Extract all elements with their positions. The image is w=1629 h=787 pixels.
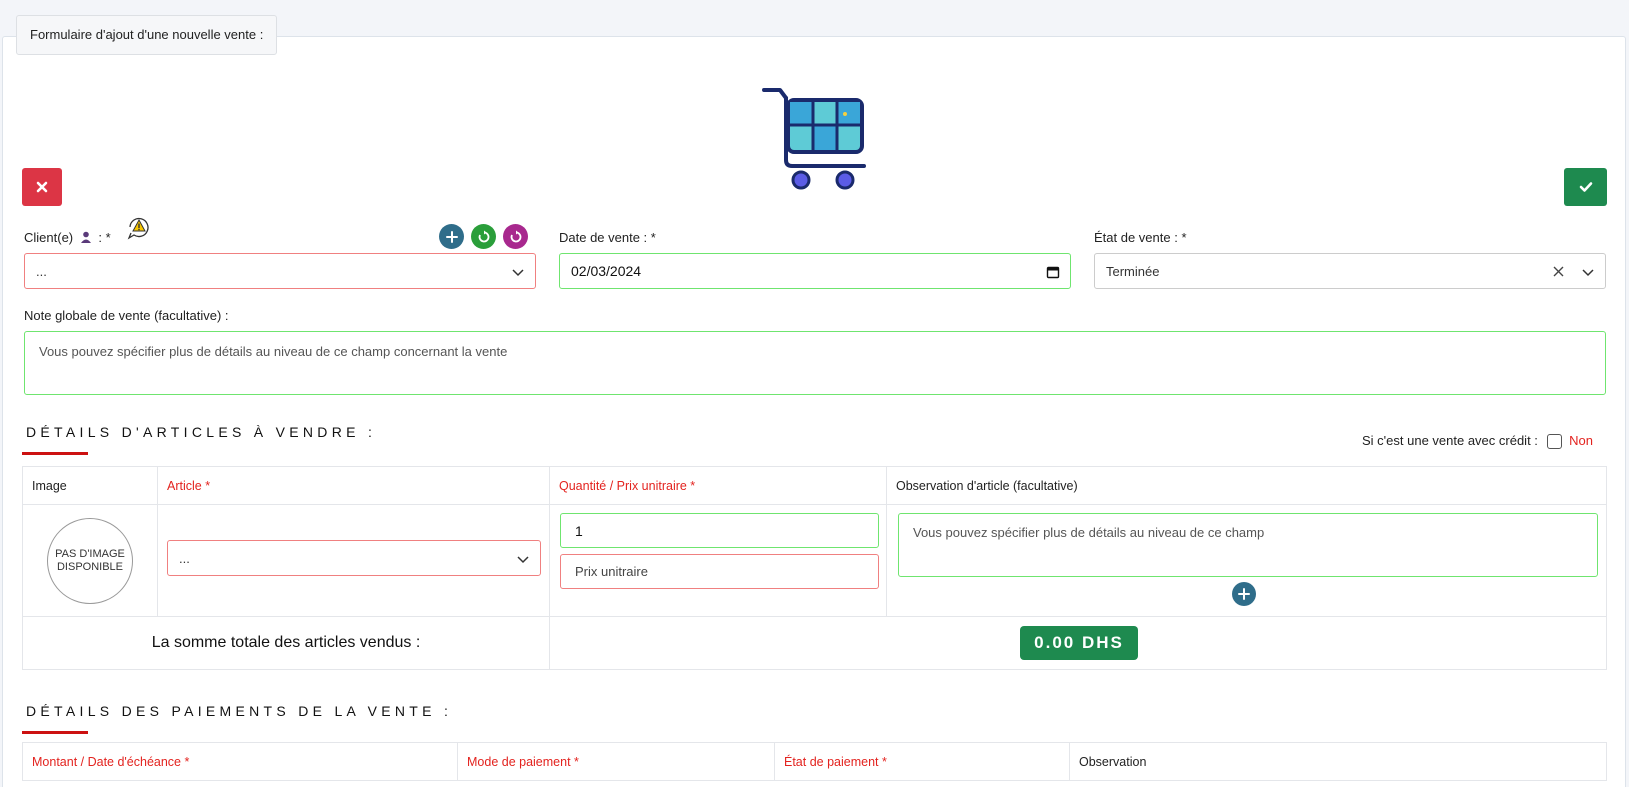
clear-icon[interactable] <box>1552 265 1565 278</box>
total-row: La somme totale des articles vendus : <box>22 616 1607 670</box>
refresh-client-button[interactable] <box>471 224 496 249</box>
warning-icon[interactable] <box>126 214 152 240</box>
refresh-icon <box>478 230 489 242</box>
col-montant: Montant / Date d'échéance * <box>22 742 458 781</box>
cancel-button[interactable] <box>22 168 62 206</box>
chevron-down-icon <box>1582 269 1594 277</box>
note-textarea[interactable]: Vous pouvez spécifier plus de détails au… <box>24 331 1606 395</box>
quantity-input[interactable]: 1 <box>560 513 879 548</box>
date-input[interactable]: 02/03/2024 <box>559 253 1071 289</box>
chevron-down-icon <box>517 556 529 564</box>
total-amount-badge: 0.00 DHS <box>1020 626 1138 660</box>
close-icon <box>36 181 48 193</box>
credit-toggle: Si c'est une vente avec crédit : Non <box>1362 433 1594 450</box>
form-legend: Formulaire d'ajout d'une nouvelle vente … <box>16 15 278 55</box>
col-mode: Mode de paiement * <box>457 742 775 781</box>
reset-client-button[interactable] <box>503 224 528 249</box>
total-label: La somme totale des articles vendus : <box>22 616 550 670</box>
no-image-placeholder: PAS D'IMAGE DISPONIBLE <box>47 517 133 604</box>
add-article-button[interactable] <box>1232 582 1256 606</box>
col-quantite: Quantité / Prix unitraire * <box>549 466 887 505</box>
note-label: Note globale de vente (facultative) : <box>24 308 229 323</box>
plus-icon <box>1238 588 1250 600</box>
article-select[interactable]: ... <box>167 540 541 576</box>
articles-section-title: DÉTAILS D'ARTICLES À VENDRE : <box>26 424 377 440</box>
calendar-icon[interactable] <box>1046 265 1060 279</box>
user-icon <box>80 231 91 243</box>
col-article: Article * <box>157 466 550 505</box>
article-observation-textarea[interactable]: Vous pouvez spécifier plus de détails au… <box>898 513 1598 577</box>
date-label: Date de vente : * <box>559 230 656 245</box>
col-observation-paiement: Observation <box>1069 742 1607 781</box>
payments-section-title: DÉTAILS DES PAIEMENTS DE LA VENTE : <box>26 703 453 719</box>
credit-checkbox[interactable] <box>1546 434 1562 450</box>
chevron-down-icon <box>512 269 524 277</box>
col-observation: Observation d'article (facultative) <box>886 466 1607 505</box>
check-icon <box>1579 182 1592 192</box>
plus-icon <box>445 230 458 243</box>
col-etat-paiement: État de paiement * <box>774 742 1070 781</box>
payments-table: Montant / Date d'échéance * Mode de paie… <box>22 742 1607 781</box>
refresh-icon <box>510 230 521 242</box>
etat-select[interactable]: Terminée <box>1094 253 1606 289</box>
save-button[interactable] <box>1564 168 1607 206</box>
etat-label: État de vente : * <box>1094 230 1187 245</box>
client-label: Client(e) : * <box>24 230 111 245</box>
col-image: Image <box>22 466 158 505</box>
payments-title-underline <box>22 731 88 734</box>
articles-title-underline <box>22 452 88 455</box>
client-select[interactable]: ... <box>24 253 536 289</box>
cart-icon <box>762 88 866 190</box>
add-client-button[interactable] <box>439 224 464 249</box>
unit-price-input[interactable]: Prix unitraire <box>560 554 879 589</box>
